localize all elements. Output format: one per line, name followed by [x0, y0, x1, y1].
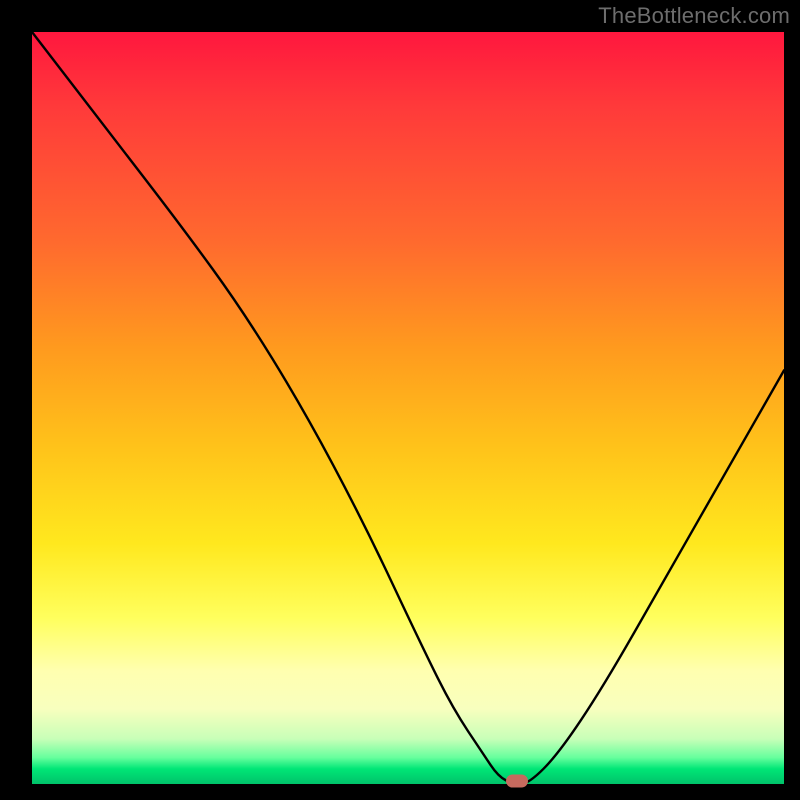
chart-plot-area [32, 32, 784, 784]
chart-frame: TheBottleneck.com [0, 0, 800, 800]
optimum-marker [506, 775, 528, 788]
bottleneck-curve [32, 32, 784, 784]
watermark-text: TheBottleneck.com [598, 3, 790, 29]
